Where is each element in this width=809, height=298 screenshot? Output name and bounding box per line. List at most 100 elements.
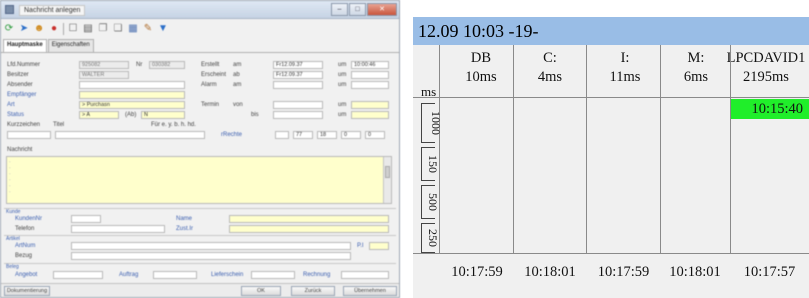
titel-hint: Für e. y. b. h. hd.	[151, 122, 196, 128]
rechte-field-5[interactable]: 0	[365, 131, 385, 139]
rechnung-label: Rechnung	[303, 272, 331, 278]
maximize-button[interactable]: □	[349, 3, 366, 16]
telefon-field[interactable]	[71, 225, 165, 233]
artnr-field[interactable]	[71, 242, 351, 250]
titel-field[interactable]	[55, 131, 205, 139]
column-value: 4ms	[537, 69, 563, 85]
angebot-label: Angebot	[15, 272, 38, 278]
window-title: Nachricht anlegen	[19, 5, 86, 16]
bis-label: bis	[251, 112, 259, 118]
column-name: I:	[620, 50, 630, 66]
kurzzeichen-field[interactable]	[7, 131, 51, 139]
status-label: Status	[7, 112, 25, 118]
status-bar: Dokumentierung OK Zurück Übernehmen	[1, 283, 399, 297]
alarm-um-label: um	[338, 82, 347, 88]
column-name: C:	[543, 50, 557, 66]
tab-strip: Hauptmaske Eigenschaften	[3, 39, 95, 53]
filter-icon[interactable]: ▼	[157, 23, 169, 35]
besitzer-field: WALTER	[79, 71, 129, 79]
bezug-field[interactable]	[71, 252, 351, 260]
rechte-field-1[interactable]	[275, 131, 289, 139]
beleg-divider	[4, 263, 396, 264]
erstellt-time-field[interactable]: 10:00:46	[351, 61, 389, 69]
telefon-label: Telefon	[15, 226, 35, 232]
app-icon	[5, 5, 14, 14]
print-icon[interactable]: ▤	[82, 23, 94, 35]
scale-label: 250	[426, 229, 440, 247]
erscheint-date-field[interactable]: Fr12.09.37	[273, 71, 323, 79]
timestamp: 10:18:01	[524, 264, 576, 280]
rechte-field-4[interactable]: 0	[341, 131, 361, 139]
color-icon[interactable]: ●	[48, 23, 60, 35]
column-divider	[513, 45, 514, 268]
nr-field: 030382	[149, 61, 185, 69]
zustaendig-field[interactable]	[229, 225, 389, 233]
tab-eigenschaften[interactable]: Eigenschaften	[47, 39, 94, 53]
termin-date-field[interactable]	[273, 101, 323, 109]
ok-button[interactable]: OK	[241, 286, 281, 296]
art-label: Art	[7, 102, 15, 108]
back-button[interactable]: Zurück	[291, 286, 335, 296]
response-monitor: 12.09 10:03 -19- ms DB 10ms C: 4ms I: 11…	[413, 17, 809, 298]
column-value: 6ms	[683, 69, 709, 85]
alarm-am-label: am	[233, 82, 242, 88]
erstellt-label: Erstellt	[201, 62, 220, 68]
lieferschein-field[interactable]	[251, 271, 295, 279]
user-icon[interactable]: ☻	[33, 23, 45, 35]
attachment-icon[interactable]: ✎	[142, 23, 154, 35]
column-value: 2195ms	[743, 69, 789, 85]
alarm-label: Alarm	[201, 82, 217, 88]
angebot-field[interactable]	[53, 271, 103, 279]
minimize-button[interactable]: –	[331, 3, 348, 16]
absender-label: Absender	[7, 82, 33, 88]
bis-date-field[interactable]	[273, 111, 323, 119]
message-textarea[interactable]: ------	[6, 156, 392, 204]
forward-icon[interactable]: ➤	[18, 23, 30, 35]
status-extra: (Ab)	[125, 112, 137, 118]
erscheint-um-label: um	[338, 72, 347, 78]
column-divider	[586, 45, 587, 268]
close-button[interactable]: ✕	[367, 3, 397, 16]
empfaenger-label: Empfänger	[7, 92, 37, 98]
tab-hauptmaske[interactable]: Hauptmaske	[3, 39, 47, 53]
alarm-date-field[interactable]	[273, 81, 323, 89]
besitzer-label: Besitzer	[7, 72, 29, 78]
column-header-c: C: 4ms	[513, 49, 587, 87]
status-field[interactable]: > A	[79, 111, 119, 119]
termin-von-label: von	[233, 102, 243, 108]
erstellt-am-label: am	[233, 62, 242, 68]
timestamp: 10:17:59	[451, 264, 503, 280]
auftrag-field[interactable]	[153, 271, 197, 279]
pi-field[interactable]	[369, 242, 389, 250]
dokumentierung-button[interactable]: Dokumentierung	[4, 286, 50, 296]
timestamps-row: 10:17:59 10:18:01 10:17:59 10:18:01 10:1…	[413, 253, 809, 298]
rechnung-field[interactable]	[341, 271, 389, 279]
textarea-scrollbar[interactable]	[383, 157, 391, 203]
empfaenger-field[interactable]	[79, 91, 185, 99]
status-extra-field[interactable]: N	[141, 111, 185, 119]
zustaendig-label: Zust.Ir	[176, 226, 194, 232]
copy-icon[interactable]: ❐	[97, 23, 109, 35]
rechte-field-3[interactable]: 18	[317, 131, 337, 139]
absender-field[interactable]	[79, 81, 185, 89]
erscheint-label: Erscheint	[201, 72, 227, 78]
scale-label: 500	[426, 193, 440, 211]
kundennr-field[interactable]	[71, 215, 101, 223]
erscheint-time-field[interactable]	[351, 71, 389, 79]
beleg-section-label: Beleg	[6, 264, 19, 270]
art-field[interactable]: > Purchasn	[79, 101, 185, 109]
refresh-icon[interactable]: ⟳	[3, 23, 15, 35]
alarm-time-field[interactable]	[351, 81, 389, 89]
checkbox-icon[interactable]: ☐	[67, 23, 79, 35]
erscheint-ab-label: ab	[233, 72, 240, 78]
bis-time-field[interactable]	[351, 111, 389, 119]
scale-box-150: 150	[421, 147, 440, 181]
name-field[interactable]	[229, 215, 389, 223]
document-icon[interactable]: ▦	[127, 23, 139, 35]
tab-divider	[1, 52, 399, 53]
erstellt-date-field[interactable]: Fr12.09.37	[273, 61, 323, 69]
rechte-field-2[interactable]: 77	[293, 131, 313, 139]
paste-icon[interactable]: ❏	[112, 23, 124, 35]
accept-button[interactable]: Übernehmen	[343, 286, 397, 296]
termin-time-field[interactable]	[351, 101, 389, 109]
